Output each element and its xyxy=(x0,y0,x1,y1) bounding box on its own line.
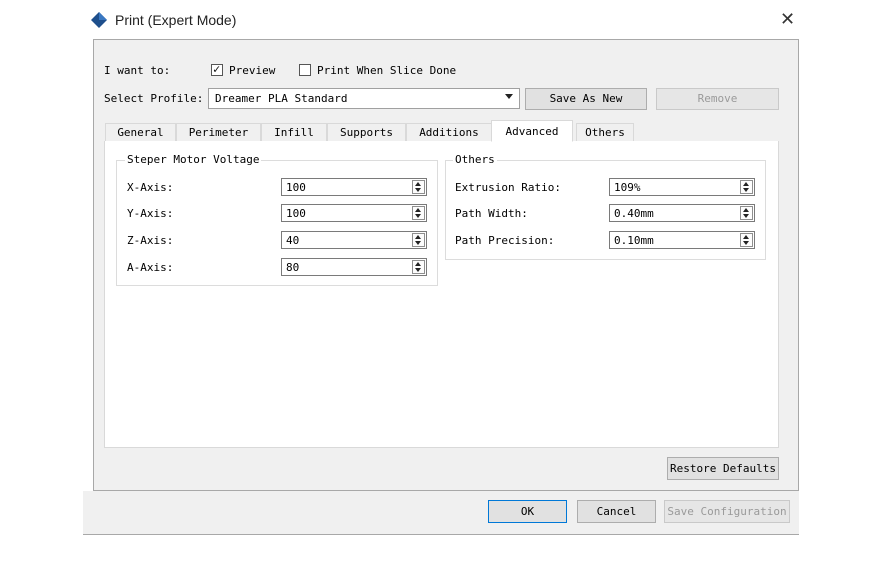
path-precision-label: Path Precision: xyxy=(455,234,555,247)
profile-label: Select Profile: xyxy=(104,92,204,105)
spin-arrows-icon[interactable] xyxy=(412,206,425,220)
tab-general[interactable]: General xyxy=(105,123,176,142)
spin-arrows-icon[interactable] xyxy=(412,180,425,194)
extrusion-ratio-value: 109% xyxy=(614,181,641,194)
diamond-logo-icon xyxy=(91,12,107,28)
spin-arrows-icon[interactable] xyxy=(740,233,753,247)
motor-voltage-group-title: Steper Motor Voltage xyxy=(125,153,262,166)
spin-arrows-icon[interactable] xyxy=(740,206,753,220)
ok-button[interactable]: OK xyxy=(488,500,567,523)
z-axis-label: Z-Axis: xyxy=(127,234,174,247)
y-axis-value: 100 xyxy=(286,207,306,220)
tab-additions[interactable]: Additions xyxy=(406,123,492,142)
save-as-new-button[interactable]: Save As New xyxy=(525,88,647,110)
profile-select[interactable]: Dreamer PLA Standard xyxy=(208,88,520,109)
path-width-spinbox[interactable]: 0.40mm xyxy=(609,204,755,222)
z-axis-spinbox[interactable]: 40 xyxy=(281,231,427,249)
path-width-label: Path Width: xyxy=(455,207,528,220)
path-precision-spinbox[interactable]: 0.10mm xyxy=(609,231,755,249)
x-axis-spinbox[interactable]: 100 xyxy=(281,178,427,196)
extrusion-ratio-label: Extrusion Ratio: xyxy=(455,181,561,194)
tab-perimeter[interactable]: Perimeter xyxy=(176,123,261,142)
tab-infill[interactable]: Infill xyxy=(261,123,327,142)
chevron-down-icon xyxy=(505,94,513,99)
z-axis-value: 40 xyxy=(286,234,300,247)
y-axis-label: Y-Axis: xyxy=(127,207,174,220)
window-title: Print (Expert Mode) xyxy=(115,12,237,28)
save-configuration-button[interactable]: Save Configuration xyxy=(664,500,790,523)
spin-arrows-icon[interactable] xyxy=(740,180,753,194)
path-width-value: 0.40mm xyxy=(614,207,654,220)
preview-label[interactable]: Preview xyxy=(229,64,275,77)
path-precision-value: 0.10mm xyxy=(614,234,654,247)
a-axis-label: A-Axis: xyxy=(127,261,174,274)
restore-defaults-button[interactable]: Restore Defaults xyxy=(667,457,779,480)
x-axis-value: 100 xyxy=(286,181,306,194)
remove-button[interactable]: Remove xyxy=(656,88,779,110)
cancel-button[interactable]: Cancel xyxy=(577,500,656,523)
tab-advanced[interactable]: Advanced xyxy=(491,120,573,142)
intent-label: I want to: xyxy=(104,64,171,77)
close-icon[interactable]: ✕ xyxy=(780,10,795,28)
profile-selected-value: Dreamer PLA Standard xyxy=(215,92,348,105)
spin-arrows-icon[interactable] xyxy=(412,233,425,247)
y-axis-spinbox[interactable]: 100 xyxy=(281,204,427,222)
preview-checkbox[interactable]: ✓ xyxy=(211,62,223,76)
x-axis-label: X-Axis: xyxy=(127,181,174,194)
others-group-title: Others xyxy=(453,153,497,166)
extrusion-ratio-spinbox[interactable]: 109% xyxy=(609,178,755,196)
a-axis-value: 80 xyxy=(286,261,300,274)
tab-others[interactable]: Others xyxy=(576,123,634,142)
print-when-done-checkbox[interactable] xyxy=(299,64,311,76)
print-when-done-label[interactable]: Print When Slice Done xyxy=(317,64,456,77)
spin-arrows-icon[interactable] xyxy=(412,260,425,274)
tab-supports[interactable]: Supports xyxy=(327,123,406,142)
check-icon: ✓ xyxy=(213,62,221,76)
a-axis-spinbox[interactable]: 80 xyxy=(281,258,427,276)
